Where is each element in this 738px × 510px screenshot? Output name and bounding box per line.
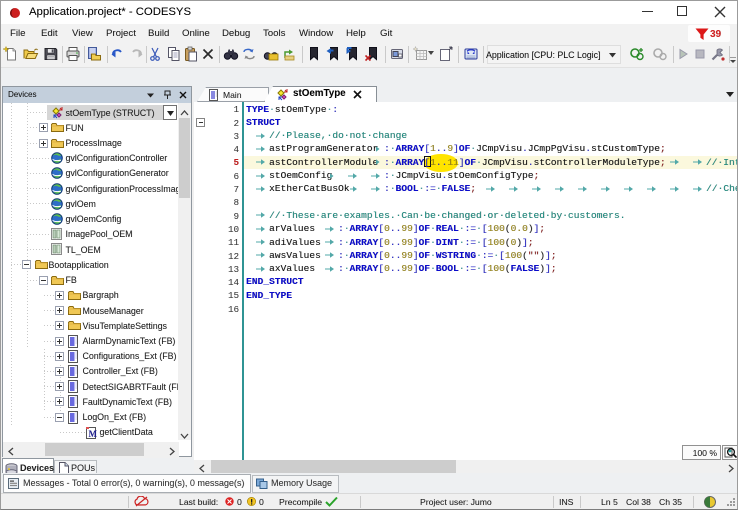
svg-text:M: M: [89, 429, 98, 439]
